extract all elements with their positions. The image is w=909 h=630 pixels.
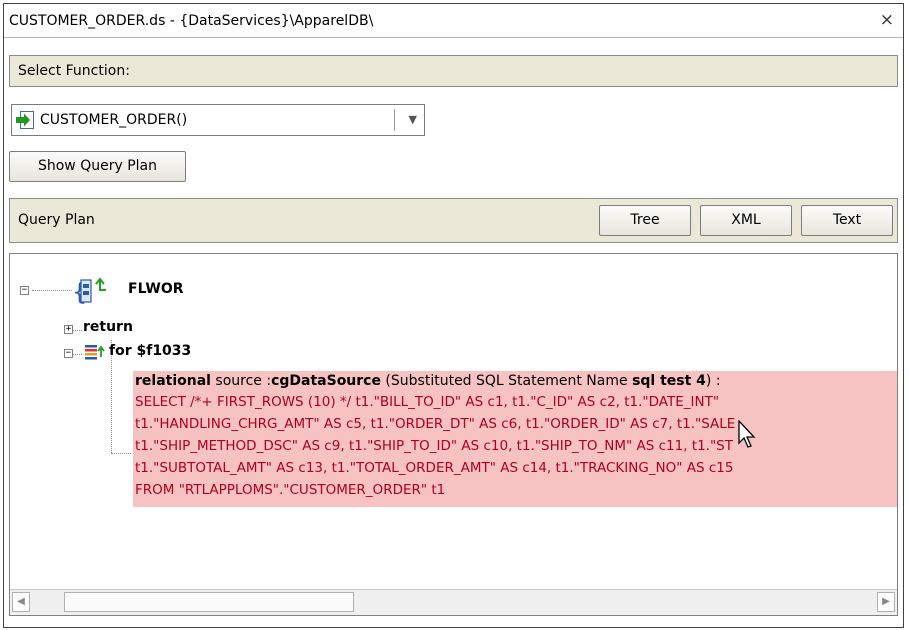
tree-connector (32, 290, 72, 291)
sql-line: t1."HANDLING_CHRG_AMT" AS c5, t1."ORDER_… (135, 416, 736, 432)
tree-view-button[interactable]: Tree (599, 205, 691, 236)
text-view-button[interactable]: Text (801, 205, 893, 236)
header-closing: ) : (705, 373, 721, 389)
window-title: CUSTOMER_ORDER.ds - {DataServices}\Appar… (9, 13, 374, 29)
mouse-cursor-icon (738, 420, 756, 448)
relational-sql-block[interactable]: relational source :cgDataSource (Substit… (133, 371, 897, 507)
flwor-node-label[interactable]: FLWOR (128, 281, 184, 297)
query-plan-tree[interactable]: − { FLWOR + return − for $f1033 relation… (9, 253, 898, 616)
chevron-down-icon[interactable]: ▼ (409, 113, 417, 126)
tree-content: − { FLWOR + return − for $f1033 relation… (10, 254, 897, 584)
for-node-label[interactable]: for $f1033 (109, 343, 191, 359)
function-arrow-icon (16, 111, 34, 129)
flwor-icon: { (72, 277, 106, 306)
data-source-name: cgDataSource (271, 373, 381, 389)
collapse-flwor-toggle[interactable]: − (20, 286, 29, 295)
return-node-label[interactable]: return (83, 319, 133, 335)
xml-view-button[interactable]: XML (700, 205, 792, 236)
title-bar: CUSTOMER_ORDER.ds - {DataServices}\Appar… (4, 4, 903, 38)
function-select-value: CUSTOMER_ORDER() (40, 112, 188, 128)
show-query-plan-button[interactable]: Show Query Plan (9, 151, 186, 182)
scrollbar-thumb[interactable] (64, 592, 354, 612)
relational-keyword: relational (135, 373, 211, 389)
select-function-bar: Select Function: (9, 55, 898, 87)
for-loop-icon (85, 345, 105, 360)
select-function-label: Select Function: (18, 63, 130, 79)
tree-connector (111, 453, 131, 454)
sql-line: t1."SUBTOTAL_AMT" AS c13, t1."TOTAL_ORDE… (135, 460, 734, 476)
relational-header: relational source :cgDataSource (Substit… (135, 373, 721, 389)
sql-line: FROM "RTLAPPLOMS"."CUSTOMER_ORDER" t1 (135, 482, 446, 498)
query-plan-window: CUSTOMER_ORDER.ds - {DataServices}\Appar… (3, 3, 904, 628)
sql-line: SELECT /*+ FIRST_ROWS (10) */ t1."BILL_T… (135, 394, 720, 410)
expand-return-toggle[interactable]: + (64, 325, 73, 334)
collapse-for-toggle[interactable]: − (64, 349, 73, 358)
query-plan-bar: Query Plan Tree XML Text (9, 198, 898, 243)
substituted-text: (Substituted SQL Statement Name (380, 373, 633, 389)
query-plan-label: Query Plan (18, 212, 95, 228)
combo-separator (394, 109, 395, 131)
horizontal-scrollbar[interactable]: ◀ ▶ (10, 589, 897, 615)
scroll-right-icon[interactable]: ▶ (877, 592, 895, 612)
close-icon[interactable]: × (880, 10, 894, 30)
scroll-left-icon[interactable]: ◀ (12, 592, 30, 612)
function-select[interactable]: CUSTOMER_ORDER() ▼ (11, 104, 425, 136)
sql-line: t1."SHIP_METHOD_DSC" AS c9, t1."SHIP_TO_… (135, 438, 733, 454)
source-text: source : (210, 373, 272, 389)
statement-name: sql test 4 (632, 373, 706, 389)
